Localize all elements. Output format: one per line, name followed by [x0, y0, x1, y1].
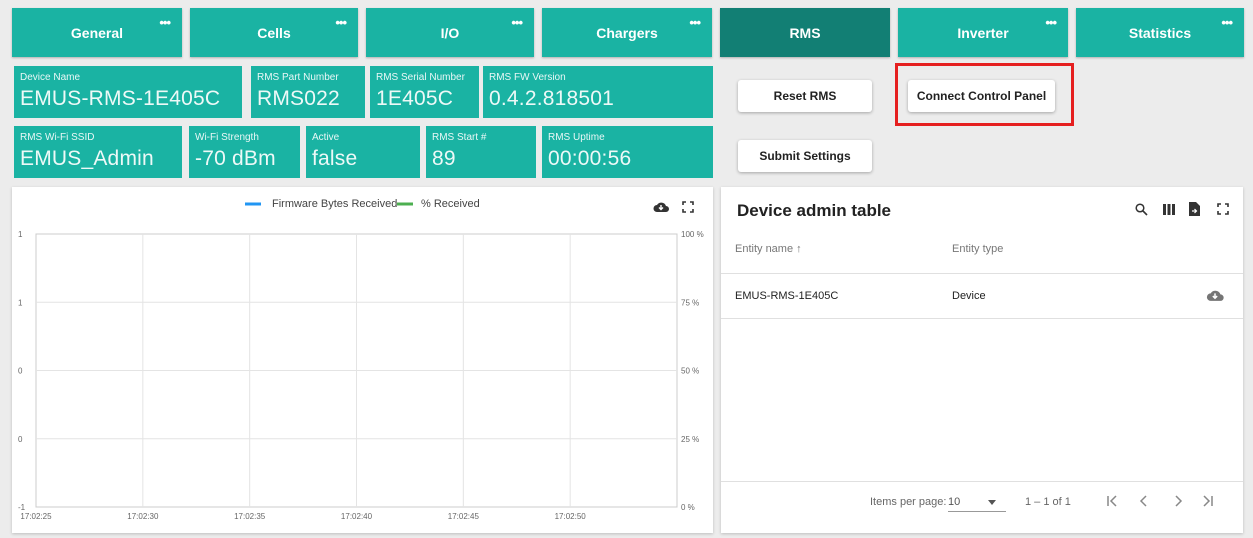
chart-panel: Firmware Bytes Received % Received 1 100 …: [12, 187, 713, 533]
cell-entity-type: Device: [952, 290, 986, 302]
more-horiz-icon[interactable]: •••: [159, 16, 171, 29]
y-right-tick-label: 100 %: [681, 230, 704, 239]
tile-value: RMS022: [257, 87, 340, 110]
y-right-tick-label: 25 %: [681, 435, 699, 444]
y-right-tick-label: 50 %: [681, 367, 699, 376]
tile-label: RMS FW Version: [489, 72, 566, 83]
tile-part-number: RMS Part Number RMS022: [251, 66, 365, 118]
tile-uptime: RMS Uptime 00:00:56: [542, 126, 713, 178]
tile-label: RMS Part Number: [257, 72, 339, 83]
tab-general[interactable]: General •••: [12, 8, 182, 57]
highlight-box: [895, 63, 1074, 126]
tile-value: 0.4.2.818501: [489, 87, 615, 110]
x-tick-label: 17:02:50: [555, 512, 587, 521]
y-left-tick-label: 1: [18, 298, 23, 307]
file-export-icon[interactable]: [1189, 202, 1200, 216]
device-admin-table: Device admin table Entity name ↑ Entity …: [721, 187, 1243, 533]
columns-icon[interactable]: [1163, 204, 1175, 215]
tab-cells[interactable]: Cells •••: [190, 8, 358, 57]
x-tick-label: 17:02:30: [127, 512, 159, 521]
cell-entity-name: EMUS-RMS-1E405C: [735, 290, 839, 302]
chart-grid: [35, 233, 678, 508]
y-left-tick-label: 0: [18, 367, 23, 376]
tile-value: false: [312, 147, 358, 170]
tab-label: Cells: [257, 24, 291, 41]
reset-rms-button[interactable]: Reset RMS: [738, 80, 872, 112]
tab-inverter[interactable]: Inverter •••: [898, 8, 1068, 57]
chevron-down-icon: [988, 500, 996, 505]
items-per-page-label: Items per page:: [870, 496, 947, 508]
tile-wifi-ssid: RMS Wi-Fi SSID EMUS_Admin: [14, 126, 182, 178]
submit-settings-button[interactable]: Submit Settings: [738, 140, 872, 172]
cloud-download-icon[interactable]: [1206, 289, 1224, 302]
x-tick-label: 17:02:35: [234, 512, 266, 521]
column-header-entity-name[interactable]: Entity name ↑: [735, 243, 802, 255]
next-page-icon[interactable]: [1171, 494, 1185, 508]
tile-value: EMUS-RMS-1E405C: [20, 87, 221, 110]
more-horiz-icon[interactable]: •••: [1045, 16, 1057, 29]
tile-start-count: RMS Start # 89: [426, 126, 536, 178]
tile-value: -70 dBm: [195, 147, 276, 170]
column-header-entity-type[interactable]: Entity type: [952, 243, 1003, 255]
x-tick-label: 17:02:40: [341, 512, 373, 521]
tab-label: Inverter: [957, 24, 1009, 41]
prev-page-icon[interactable]: [1137, 494, 1151, 508]
y-right-tick-label: 0 %: [681, 503, 695, 512]
tile-label: RMS Uptime: [548, 132, 605, 143]
tab-rms[interactable]: RMS: [720, 8, 890, 57]
fullscreen-icon[interactable]: [682, 201, 694, 213]
y-left-tick-label: 1: [18, 230, 23, 239]
tab-chargers[interactable]: Chargers •••: [542, 8, 712, 57]
tile-label: Device Name: [20, 72, 81, 83]
more-horiz-icon[interactable]: •••: [689, 16, 701, 29]
more-horiz-icon[interactable]: •••: [511, 16, 523, 29]
tab-label: RMS: [789, 24, 821, 41]
fullscreen-icon[interactable]: [1217, 203, 1229, 215]
more-horiz-icon[interactable]: •••: [1221, 16, 1233, 29]
tab-io[interactable]: I/O •••: [366, 8, 534, 57]
cloud-download-icon[interactable]: [653, 201, 669, 213]
tile-value: 89: [432, 147, 456, 170]
x-tick-label: 17:02:45: [448, 512, 480, 521]
search-icon[interactable]: [1135, 203, 1148, 216]
tile-label: Wi-Fi Strength: [195, 132, 259, 143]
tile-active: Active false: [306, 126, 420, 178]
y-left-tick-label: -1: [18, 503, 26, 512]
tile-fw-version: RMS FW Version 0.4.2.818501: [483, 66, 713, 118]
line-chart: Firmware Bytes Received % Received 1 100 …: [18, 198, 704, 521]
tile-value: 1E405C: [376, 87, 454, 110]
tab-label: Statistics: [1128, 24, 1192, 41]
tile-label: RMS Wi-Fi SSID: [20, 132, 95, 143]
last-page-icon[interactable]: [1201, 494, 1215, 508]
legend-label-received: % Received: [421, 198, 480, 210]
table-row[interactable]: EMUS-RMS-1E405C Device: [721, 274, 1243, 319]
tab-label: General: [70, 24, 124, 41]
tab-label: Chargers: [596, 24, 658, 41]
tile-serial-number: RMS Serial Number 1E405C: [370, 66, 479, 118]
items-per-page-select[interactable]: 10: [948, 493, 1006, 512]
more-horiz-icon[interactable]: •••: [335, 16, 347, 29]
tile-label: RMS Serial Number: [376, 72, 465, 83]
tile-wifi-strength: Wi-Fi Strength -70 dBm: [189, 126, 300, 178]
y-right-tick-label: 75 %: [681, 298, 699, 307]
tile-value: EMUS_Admin: [20, 147, 154, 170]
footer-divider: [721, 481, 1243, 482]
legend-label-firmware: Firmware Bytes Received: [272, 198, 397, 210]
chart-legend: Firmware Bytes Received % Received: [245, 198, 480, 210]
tile-label: RMS Start #: [432, 132, 487, 143]
pagination-range: 1 – 1 of 1: [1025, 496, 1071, 508]
items-per-page-value: 10: [948, 496, 961, 508]
y-left-tick-label: 0: [18, 435, 23, 444]
tab-label: I/O: [440, 24, 460, 41]
first-page-icon[interactable]: [1105, 494, 1119, 508]
tile-value: 00:00:56: [548, 147, 632, 170]
x-tick-label: 17:02:25: [20, 512, 52, 521]
chart-ticks: 1 100 % 1 75 % 0 50 % 0 25 % -1 0 % 17:02:25 17:02:…: [18, 230, 704, 521]
tile-label: Active: [312, 132, 340, 143]
table-title: Device admin table: [737, 201, 892, 220]
tab-statistics[interactable]: Statistics •••: [1076, 8, 1244, 57]
tile-device-name: Device Name EMUS-RMS-1E405C: [14, 66, 242, 118]
